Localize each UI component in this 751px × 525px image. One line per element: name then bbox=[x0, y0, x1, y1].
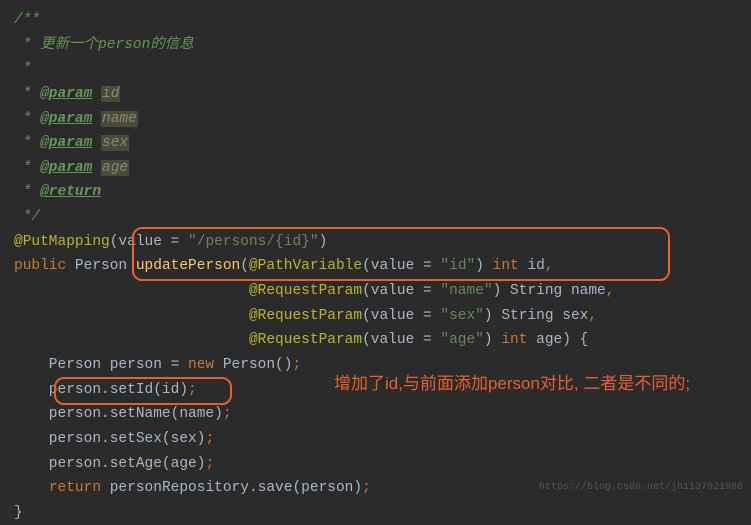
doc-param-id: * @param id bbox=[14, 82, 737, 107]
doc-param-name: * @param name bbox=[14, 107, 737, 132]
setname-line: person.setName(name); bbox=[14, 402, 737, 427]
param-age-line: @RequestParam(value = "age") int age) { bbox=[14, 328, 737, 353]
doc-open: /** bbox=[14, 8, 737, 33]
doc-desc: * 更新一个person的信息 bbox=[14, 33, 737, 58]
code-block: /** * 更新一个person的信息 * * @param id * @par… bbox=[14, 8, 737, 525]
put-mapping-line: @PutMapping(value = "/persons/{id}") bbox=[14, 230, 737, 255]
doc-blank: * bbox=[14, 57, 737, 82]
method-sig-line: public Person updatePerson(@PathVariable… bbox=[14, 254, 737, 279]
doc-return: * @return bbox=[14, 180, 737, 205]
doc-param-age: * @param age bbox=[14, 156, 737, 181]
doc-param-sex: * @param sex bbox=[14, 131, 737, 156]
annotation-note: 增加了id,与前面添加person对比, 二者是不同的; bbox=[334, 373, 690, 396]
doc-close: */ bbox=[14, 205, 737, 230]
param-name-line: @RequestParam(value = "name") String nam… bbox=[14, 279, 737, 304]
watermark: https://blog.csdn.net/jh1137921986 bbox=[539, 479, 743, 496]
param-sex-line: @RequestParam(value = "sex") String sex, bbox=[14, 304, 737, 329]
setsex-line: person.setSex(sex); bbox=[14, 427, 737, 452]
setage-line: person.setAge(age); bbox=[14, 452, 737, 477]
close-brace: } bbox=[14, 501, 737, 525]
